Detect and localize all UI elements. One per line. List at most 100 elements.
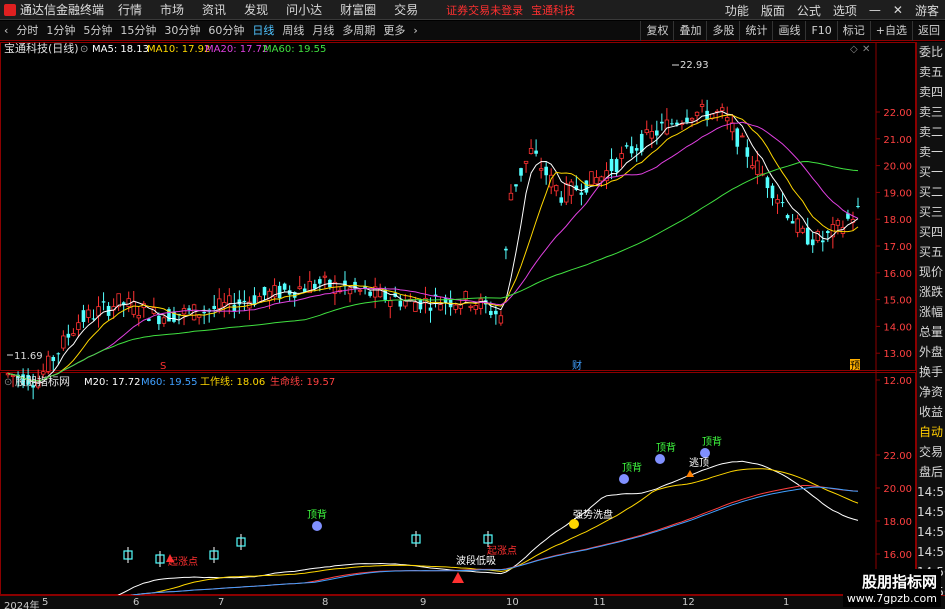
menu-quotes[interactable]: 行情 <box>118 1 142 18</box>
chevron-left-icon[interactable]: ‹ <box>0 23 12 39</box>
main-tick-label: 22.00 <box>883 108 912 119</box>
candle-body <box>534 150 538 154</box>
tool-multi-stock[interactable]: 多股 <box>706 21 739 41</box>
tool-adjust[interactable]: 复权 <box>640 21 673 41</box>
candle-body <box>740 135 745 138</box>
menu-formula[interactable]: 公式 <box>797 2 821 19</box>
quote-tab-24[interactable]: 14:56 <box>917 522 945 542</box>
close-icon[interactable]: ✕ <box>893 3 903 17</box>
close-chart-icon[interactable]: ✕ <box>862 44 870 55</box>
quote-tab-6[interactable]: 买一 <box>917 162 945 182</box>
low-price-label: 11.69 <box>14 351 43 362</box>
period-multi[interactable]: 多周期 <box>338 23 379 39</box>
ma10-line <box>7 114 859 382</box>
s-marker[interactable]: S <box>160 361 166 372</box>
quote-tab-23[interactable]: 14:56 <box>917 502 945 522</box>
quote-tab-18[interactable]: 收益 <box>917 402 945 422</box>
menu-market[interactable]: 市场 <box>160 1 184 18</box>
candle-body <box>649 131 654 139</box>
time-label-jul: 7 <box>218 597 225 608</box>
diamond-icon[interactable]: ◇ <box>850 44 858 55</box>
quote-tab-13[interactable]: 涨幅 <box>917 302 945 322</box>
period-daily[interactable]: 日线 <box>248 23 278 39</box>
quote-tab-14[interactable]: 总量 <box>917 322 945 342</box>
quote-tab-7[interactable]: 买二 <box>917 182 945 202</box>
menu-trade[interactable]: 交易 <box>394 1 418 18</box>
quote-tab-3[interactable]: 卖三 <box>917 102 945 122</box>
chart-area[interactable]: 宝通科技(日线) ⊙ MA5: 18.13 MA10: 17.92 MA20: … <box>0 41 916 609</box>
tool-overlay[interactable]: 叠加 <box>673 21 706 41</box>
quote-tab-20[interactable]: 交易 <box>917 442 945 462</box>
quote-tab-2[interactable]: 卖四 <box>917 82 945 102</box>
time-axis: 2024年 5 6 7 8 9 10 11 12 1 <box>0 595 945 609</box>
quote-tab-11[interactable]: 现价 <box>917 262 945 282</box>
menu-options[interactable]: 选项 <box>833 2 857 19</box>
menu-function[interactable]: 功能 <box>725 2 749 19</box>
quote-tab-1[interactable]: 卖五 <box>917 62 945 82</box>
tool-add-favorite[interactable]: +自选 <box>869 21 912 41</box>
menu-layout[interactable]: 版面 <box>761 2 785 19</box>
tool-mark[interactable]: 标记 <box>836 21 870 41</box>
quote-tab-12[interactable]: 涨跌 <box>917 282 945 302</box>
main-tick-label: 18.00 <box>883 215 912 226</box>
swing-low-triangle-icon <box>452 572 464 583</box>
candle-body <box>126 298 131 307</box>
candle-body <box>252 295 257 305</box>
candle-body <box>157 315 161 325</box>
quote-tab-21[interactable]: 盘后 <box>917 462 945 482</box>
tool-stats[interactable]: 统计 <box>739 21 772 41</box>
m20-label: M20: 17.72 <box>84 377 141 388</box>
quote-tab-17[interactable]: 净资 <box>917 382 945 402</box>
time-label-jan: 1 <box>783 597 790 608</box>
user-guest[interactable]: 游客 <box>915 2 939 19</box>
chevron-down-icon[interactable]: ⊙ <box>80 44 88 55</box>
period-monthly[interactable]: 月线 <box>308 23 338 39</box>
quote-tab-5[interactable]: 卖一 <box>917 142 945 162</box>
period-60min[interactable]: 60分钟 <box>204 23 248 39</box>
quote-tab-15[interactable]: 外盘 <box>917 342 945 362</box>
quote-tab-16[interactable]: 换手 <box>917 362 945 382</box>
quote-tab-25[interactable]: 14:56 <box>917 542 945 562</box>
quote-tab-0[interactable]: 委比 <box>917 42 945 62</box>
main-tick-label: 13.00 <box>883 349 912 360</box>
period-intraday[interactable]: 分时 <box>12 23 42 39</box>
period-15min[interactable]: 15分钟 <box>116 23 160 39</box>
candle-body <box>368 291 372 296</box>
candle-body <box>212 305 217 310</box>
quote-tab-4[interactable]: 卖二 <box>917 122 945 142</box>
top-right-menu: 功能 版面 公式 选项 — ✕ 游客 <box>713 0 939 20</box>
main-tick-label: 20.00 <box>883 162 912 173</box>
menu-wealth[interactable]: 财富圈 <box>340 1 376 18</box>
quote-tab-19[interactable]: 自动 <box>917 422 945 442</box>
period-5min[interactable]: 5分钟 <box>79 23 116 39</box>
quote-tab-9[interactable]: 买四 <box>917 222 945 242</box>
quote-tab-8[interactable]: 买三 <box>917 202 945 222</box>
tool-back[interactable]: 返回 <box>912 21 945 41</box>
period-more[interactable]: 更多 <box>379 23 409 39</box>
minimize-icon[interactable]: — <box>869 3 881 17</box>
sub-chevron-icon[interactable]: ⊙ <box>4 377 12 388</box>
kline-svg[interactable]: 宝通科技(日线) ⊙ MA5: 18.13 MA10: 17.92 MA20: … <box>0 41 916 609</box>
period-30min[interactable]: 30分钟 <box>160 23 204 39</box>
tool-f10[interactable]: F10 <box>805 21 836 41</box>
candle-body <box>508 192 514 201</box>
forecast-marker[interactable]: 预 <box>850 360 860 372</box>
quote-tab-10[interactable]: 买五 <box>917 242 945 262</box>
candle-body <box>196 314 202 318</box>
candle-body <box>634 148 639 151</box>
candle-body <box>187 308 191 310</box>
candle-body <box>770 185 775 199</box>
finance-marker[interactable]: 财 <box>572 359 582 372</box>
tool-draw[interactable]: 画线 <box>772 21 805 41</box>
period-weekly[interactable]: 周线 <box>278 23 308 39</box>
menu-discover[interactable]: 发现 <box>244 1 268 18</box>
login-notice[interactable]: 证券交易未登录 <box>446 2 523 18</box>
quote-tab-22[interactable]: 14:56 <box>917 482 945 502</box>
period-1min[interactable]: 1分钟 <box>42 23 79 39</box>
menu-news[interactable]: 资讯 <box>202 1 226 18</box>
ma-lines <box>7 110 859 384</box>
candle-body <box>599 176 604 182</box>
chevron-right-icon[interactable]: › <box>409 23 421 39</box>
menu-ask[interactable]: 问小达 <box>286 1 322 18</box>
candle-body <box>655 130 659 136</box>
